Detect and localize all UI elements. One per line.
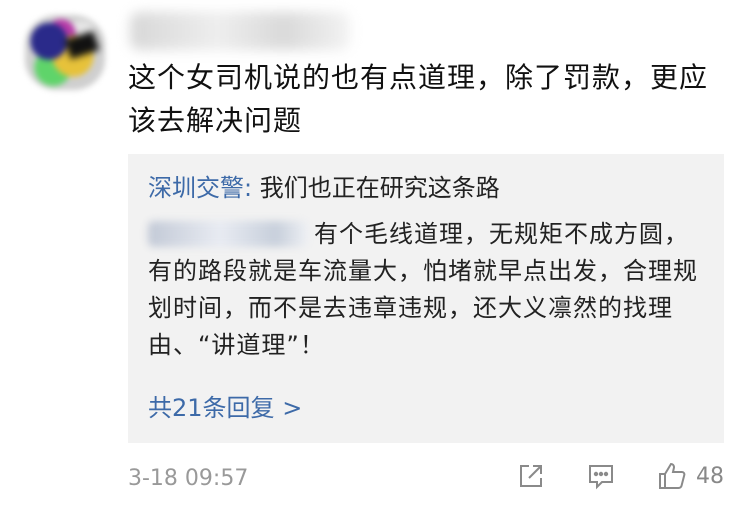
- chevron-right-icon: >: [282, 394, 303, 422]
- comment-icon: [589, 465, 613, 490]
- comment-text: 这个女司机说的也有点道理，除了罚款，更应该去解决问题: [128, 61, 709, 137]
- reply-text: 我们也正在研究这条路: [252, 174, 500, 202]
- timestamp: 3-18 09:57: [128, 466, 249, 491]
- like-button[interactable]: 48: [656, 460, 724, 492]
- avatar[interactable]: [25, 15, 105, 90]
- comment-button[interactable]: [586, 461, 616, 491]
- action-bar: 48: [516, 460, 724, 492]
- like-count: 48: [696, 463, 724, 489]
- reply-author[interactable]: 深圳交警: [148, 174, 244, 202]
- reply-author-colon: :: [244, 174, 253, 202]
- share-button[interactable]: [516, 461, 546, 491]
- thumbs-up-icon: [659, 462, 686, 489]
- comment-card: 这个女司机说的也有点道理，除了罚款，更应该去解决问题 深圳交警: 我们也正在研究…: [0, 0, 750, 507]
- avatar-mark: [64, 30, 100, 60]
- official-reply: 深圳交警: 我们也正在研究这条路: [148, 170, 500, 206]
- more-replies-link[interactable]: 共21条回复 >: [148, 390, 302, 426]
- username-blurred[interactable]: [130, 12, 350, 50]
- reply-username-blurred[interactable]: [148, 221, 308, 247]
- reply-box[interactable]: 深圳交警: 我们也正在研究这条路 有个毛线道理，无规矩不成方圆，有的路段就是车流…: [128, 154, 724, 443]
- more-replies-label: 共21条回复: [148, 394, 275, 422]
- share-icon: [520, 465, 542, 487]
- reply-body: 有个毛线道理，无规矩不成方圆，有的路段就是车流量大，怕堵就早点出发，合理规划时间…: [148, 216, 708, 364]
